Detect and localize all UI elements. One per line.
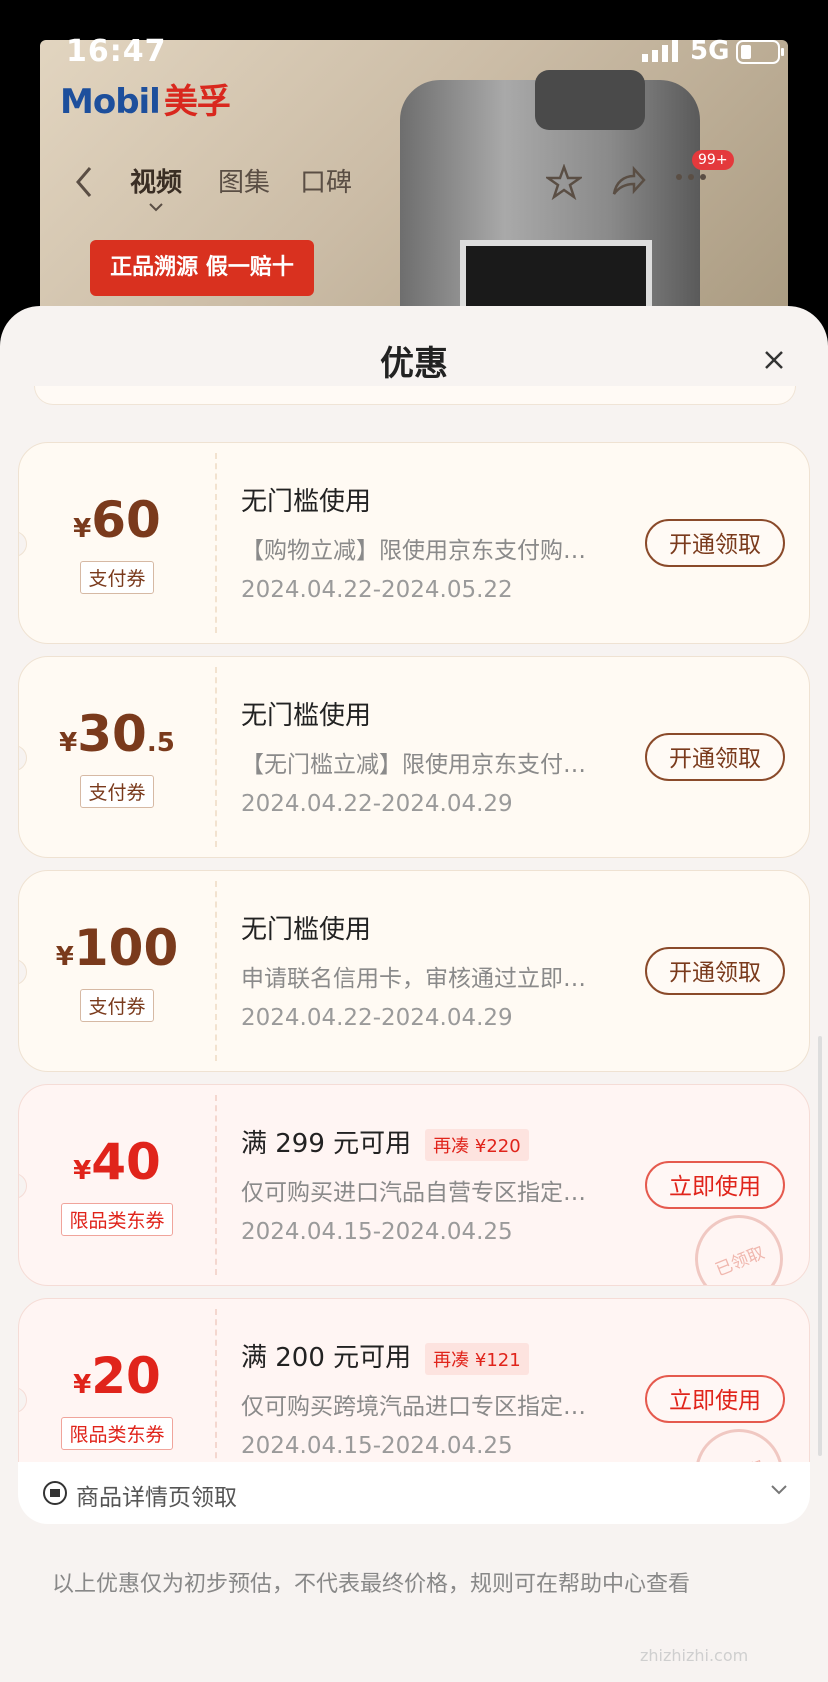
disclaimer-text: 以上优惠仅为初步预估，不代表最终价格，规则可在帮助中心查看 [52,1572,691,1597]
coupon-value-area: ¥60 支付券 [19,443,215,643]
status-time: 16:47 [66,34,167,69]
coupon-value-area: ¥30.5 支付券 [19,657,215,857]
coupon-divider [215,667,217,847]
coupon-type-tag: 支付券 [80,775,154,808]
coupon-validity: 2024.04.22-2024.04.29 [241,791,513,817]
claim-button[interactable]: 开通领取 [645,519,785,567]
product-nav: 视频 图集 口碑 99+ [40,150,788,212]
coupon-value-area: ¥40 限品类东券 [19,1085,215,1285]
coupon-divider [215,881,217,1061]
more-icon[interactable] [674,172,708,182]
coupon-validity: 2024.04.22-2024.04.29 [241,1005,513,1031]
coupon-description: 申请联名信用卡，审核通过立即发放 [241,966,601,992]
coupon-source-label: 商品详情页领取 [76,1485,237,1511]
coupon-description: 【无门槛立减】限使用京东支付购买指定商品 [241,752,601,778]
star-icon[interactable] [546,164,582,200]
coupon-amount: ¥40 [73,1133,161,1191]
site-watermark: zhizhizhi.com [640,1646,749,1665]
coupon-type-tag: 限品类东券 [61,1203,173,1236]
coupon-type-tag: 支付券 [80,989,154,1022]
coupon-source-icon [43,1481,67,1505]
coupon-card: ¥60 支付券 无门槛使用 【购物立减】限使用京东支付购买指定商品 2024.0… [18,442,810,644]
back-icon[interactable] [74,166,94,198]
coupon-card-partial [34,386,796,405]
share-icon[interactable] [610,164,646,200]
coupon-amount: ¥60 [73,491,161,549]
offers-sheet: 优惠 ¥60 支付券 无门槛使用 【购物立减】限使用京东支付购买指定商品 202… [0,306,828,1682]
coupon-type-tag: 支付券 [80,561,154,594]
coupon-divider [215,1095,217,1275]
coupon-value-area: ¥100 支付券 [19,871,215,1071]
tab-reviews[interactable]: 口碑 [300,162,352,199]
claim-button[interactable]: 开通领取 [645,733,785,781]
coupon-amount: ¥20 [73,1347,161,1405]
coupon-type-tag: 限品类东券 [61,1417,173,1450]
coupon-description: 仅可购买进口汽品自营专区指定商品 [241,1180,601,1206]
coupon-description: 仅可购买跨境汽品进口专区指定商品 [241,1394,601,1420]
coupon-amount: ¥30.5 [59,705,175,763]
claim-button[interactable]: 开通领取 [645,947,785,995]
coupon-description: 【购物立减】限使用京东支付购买指定商品 [241,538,601,564]
chevron-down-icon[interactable] [770,1484,788,1496]
coupon-title: 无门槛使用 [241,915,372,945]
use-now-button[interactable]: 立即使用 [645,1161,785,1209]
coupon-title: 满 299 元可用 再凑 ¥220 [241,1123,529,1161]
coupon-card: ¥40 限品类东券 满 299 元可用 再凑 ¥220 仅可购买进口汽品自营专区指… [18,1084,810,1286]
coupon-divider [215,453,217,633]
coupon-title: 满 200 元可用 再凑 ¥121 [241,1337,529,1375]
coupon-validity: 2024.04.15-2024.04.25 [241,1219,513,1245]
use-now-button[interactable]: 立即使用 [645,1375,785,1423]
coupon-card: ¥100 支付券 无门槛使用 申请联名信用卡，审核通过立即发放 2024.04.… [18,870,810,1072]
chevron-down-icon [149,203,163,212]
battery-icon [736,40,784,64]
coupon-title: 无门槛使用 [241,487,372,517]
network-label: 5G [690,36,730,66]
signal-icon [642,40,678,62]
notification-badge: 99+ [692,150,734,170]
close-icon[interactable] [762,348,786,372]
coupon-validity: 2024.04.15-2024.04.25 [241,1433,513,1459]
sheet-title: 优惠 [380,344,448,384]
coupon-source-row[interactable]: 商品详情页领取 [18,1462,810,1524]
coupon-amount: ¥100 [55,919,179,977]
tab-video[interactable]: 视频 [130,162,182,199]
coupon-card: ¥30.5 支付券 无门槛使用 【无门槛立减】限使用京东支付购买指定商品 202… [18,656,810,858]
claimed-stamp: 已领取 [681,1201,797,1285]
topup-hint: 再凑 ¥121 [425,1342,529,1375]
status-bar: 16:47 5G [0,0,828,100]
coupon-title: 无门槛使用 [241,701,372,731]
authenticity-banner: 正品溯源 假一赔十 [90,240,314,296]
scrollbar[interactable] [818,1036,822,1456]
topup-hint: 再凑 ¥220 [425,1128,529,1161]
coupon-validity: 2024.04.22-2024.05.22 [241,577,513,603]
tab-gallery[interactable]: 图集 [218,162,270,199]
